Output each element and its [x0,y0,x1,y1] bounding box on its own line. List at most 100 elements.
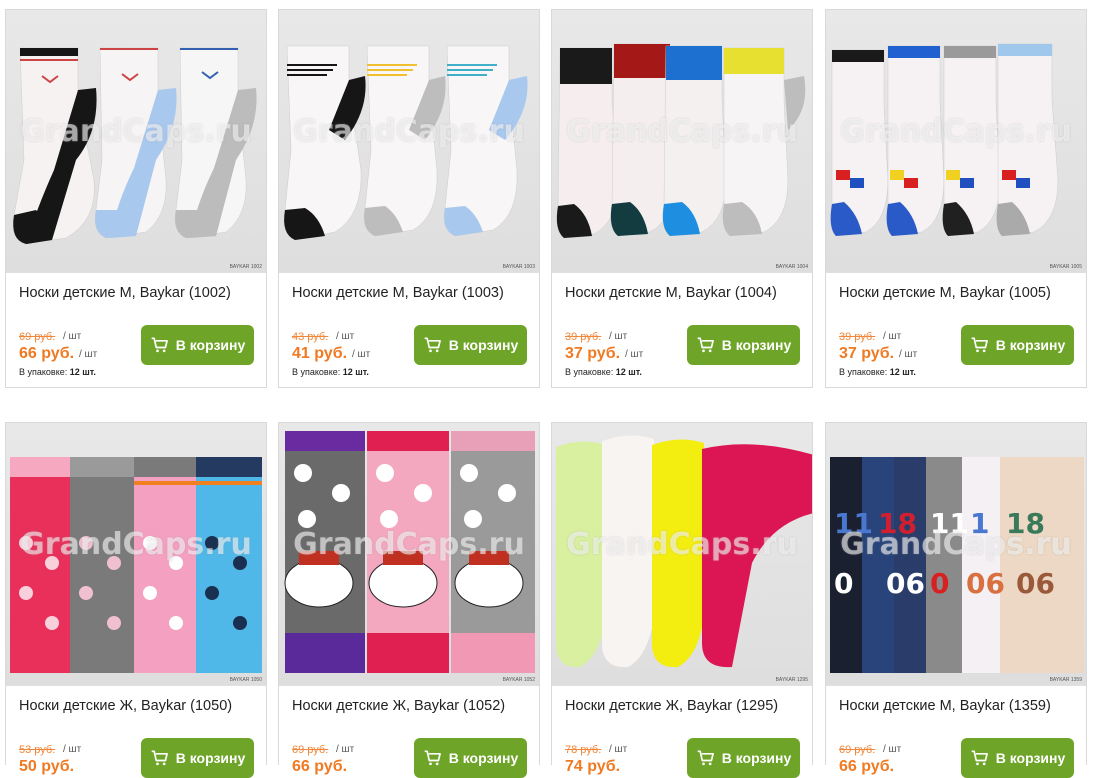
product-photo[interactable]: GrandCaps.ru BAYKAR 1002 [6,10,266,273]
socks-illustration [10,457,262,673]
socks-illustration [283,45,528,241]
cart-icon [697,337,714,353]
cart-label: В корзину [721,337,792,353]
cart-label: В корзину [995,750,1066,766]
price: 37 руб. [839,345,895,362]
svg-text:1: 1 [970,507,989,540]
unit-label: / шт [63,744,82,755]
svg-text:11: 11 [930,507,969,540]
svg-text:06: 06 [966,567,1005,600]
svg-text:0: 0 [834,567,853,600]
socks-illustration [556,43,806,239]
product-photo[interactable]: GrandCaps.ru BAYKAR 1052 [279,423,539,686]
socks-illustration [13,47,257,245]
price: 66 руб. [839,758,895,775]
pack-label: В упаковке: [565,367,614,377]
pack-qty: 12 шт. [889,367,916,377]
sku-label: BAYKAR 1295 [775,677,808,683]
cart-icon [151,750,168,766]
unit-label: / шт [883,744,902,755]
product-card[interactable]: GrandCaps.ru BAYKAR 1002 Носки детские М… [5,9,267,388]
socks-illustration [284,431,535,673]
cart-icon [697,750,714,766]
unit-label: / шт [352,349,371,360]
product-card[interactable]: GrandCaps.ru BAYKAR 1003 Носки детские М… [278,9,540,388]
product-photo[interactable]: GrandCaps.ru BAYKAR 1005 [826,10,1086,273]
old-price: 69 руб. [292,744,329,756]
price: 41 руб. [292,345,348,362]
add-to-cart-button[interactable]: В корзину [687,325,800,365]
product-photo[interactable]: GrandCaps.ru BAYKAR 1004 [552,10,812,273]
old-price: 69 руб. [19,331,56,343]
cart-icon [971,750,988,766]
unit-label: / шт [336,331,355,342]
product-title[interactable]: Носки детские Ж, Baykar (1295) [565,698,778,714]
price: 37 руб. [565,345,621,362]
pack-label: В упаковке: [839,367,888,377]
old-price: 69 руб. [839,744,876,756]
cart-label: В корзину [175,337,246,353]
add-to-cart-button[interactable]: В корзину [961,325,1074,365]
pack-info: В упаковке: 12 шт. [19,367,96,377]
add-to-cart-button[interactable]: В корзину [141,325,254,365]
cart-icon [424,750,441,766]
product-card[interactable]: GrandCaps.ru BAYKAR 1005 Носки детские М… [825,9,1087,388]
product-title[interactable]: Носки детские М, Baykar (1005) [839,285,1051,301]
svg-text:18: 18 [878,507,917,540]
price: 66 руб. [292,758,348,775]
old-price: 39 руб. [565,331,602,343]
product-card[interactable]: GrandCaps.ru BAYKAR 1050 Носки детские Ж… [5,422,267,778]
cart-label: В корзину [448,337,519,353]
sku-label: BAYKAR 1359 [1049,677,1082,683]
product-photo[interactable]: GrandCaps.ru BAYKAR 1050 [6,423,266,686]
product-photo[interactable]: 11 18 11 1 18 0 06 0 06 06 GrandCaps.ru … [826,423,1086,686]
old-price: 39 руб. [839,331,876,343]
unit-label: / шт [79,349,98,360]
sku-label: BAYKAR 1004 [775,264,808,270]
cart-icon [151,337,168,353]
pack-qty: 12 шт. [342,367,369,377]
add-to-cart-button[interactable]: В корзину [414,738,527,778]
unit-label: / шт [625,349,644,360]
product-photo[interactable]: GrandCaps.ru BAYKAR 1003 [279,10,539,273]
socks-illustration [556,435,812,668]
socks-illustration: 11 18 11 1 18 0 06 0 06 06 [830,457,1084,673]
unit-label: / шт [609,331,628,342]
unit-label: / шт [63,331,82,342]
old-price: 78 руб. [565,744,602,756]
product-title[interactable]: Носки детские Ж, Baykar (1052) [292,698,505,714]
product-card[interactable]: GrandCaps.ru BAYKAR 1052 Носки детские Ж… [278,422,540,778]
price: 74 руб. [565,758,621,775]
add-to-cart-button[interactable]: В корзину [961,738,1074,778]
add-to-cart-button[interactable]: В корзину [414,325,527,365]
product-card[interactable]: 11 18 11 1 18 0 06 0 06 06 GrandCaps.ru … [825,422,1087,778]
product-title[interactable]: Носки детские М, Baykar (1003) [292,285,504,301]
pack-info: В упаковке: 12 шт. [565,367,642,377]
product-card[interactable]: GrandCaps.ru BAYKAR 1295 Носки детские Ж… [551,422,813,778]
product-title[interactable]: Носки детские М, Baykar (1002) [19,285,231,301]
product-photo[interactable]: GrandCaps.ru BAYKAR 1295 [552,423,812,686]
price: 50 руб. [19,758,75,775]
cart-label: В корзину [448,750,519,766]
product-card[interactable]: GrandCaps.ru BAYKAR 1004 Носки детские М… [551,9,813,388]
add-to-cart-button[interactable]: В корзину [141,738,254,778]
old-price: 53 руб. [19,744,56,756]
sku-label: BAYKAR 1050 [229,677,262,683]
product-title[interactable]: Носки детские М, Baykar (1359) [839,698,1051,714]
pack-info: В упаковке: 12 шт. [839,367,916,377]
pack-label: В упаковке: [19,367,68,377]
svg-text:06: 06 [1016,567,1055,600]
product-title[interactable]: Носки детские Ж, Baykar (1050) [19,698,232,714]
unit-label: / шт [336,744,355,755]
sku-label: BAYKAR 1002 [229,264,262,270]
svg-text:0: 0 [930,567,949,600]
pack-qty: 12 шт. [615,367,642,377]
cart-label: В корзину [721,750,792,766]
svg-text:11: 11 [834,507,873,540]
add-to-cart-button[interactable]: В корзину [687,738,800,778]
socks-illustration [830,43,1059,237]
old-price: 43 руб. [292,331,329,343]
cart-label: В корзину [175,750,246,766]
product-title[interactable]: Носки детские М, Baykar (1004) [565,285,777,301]
cart-icon [971,337,988,353]
